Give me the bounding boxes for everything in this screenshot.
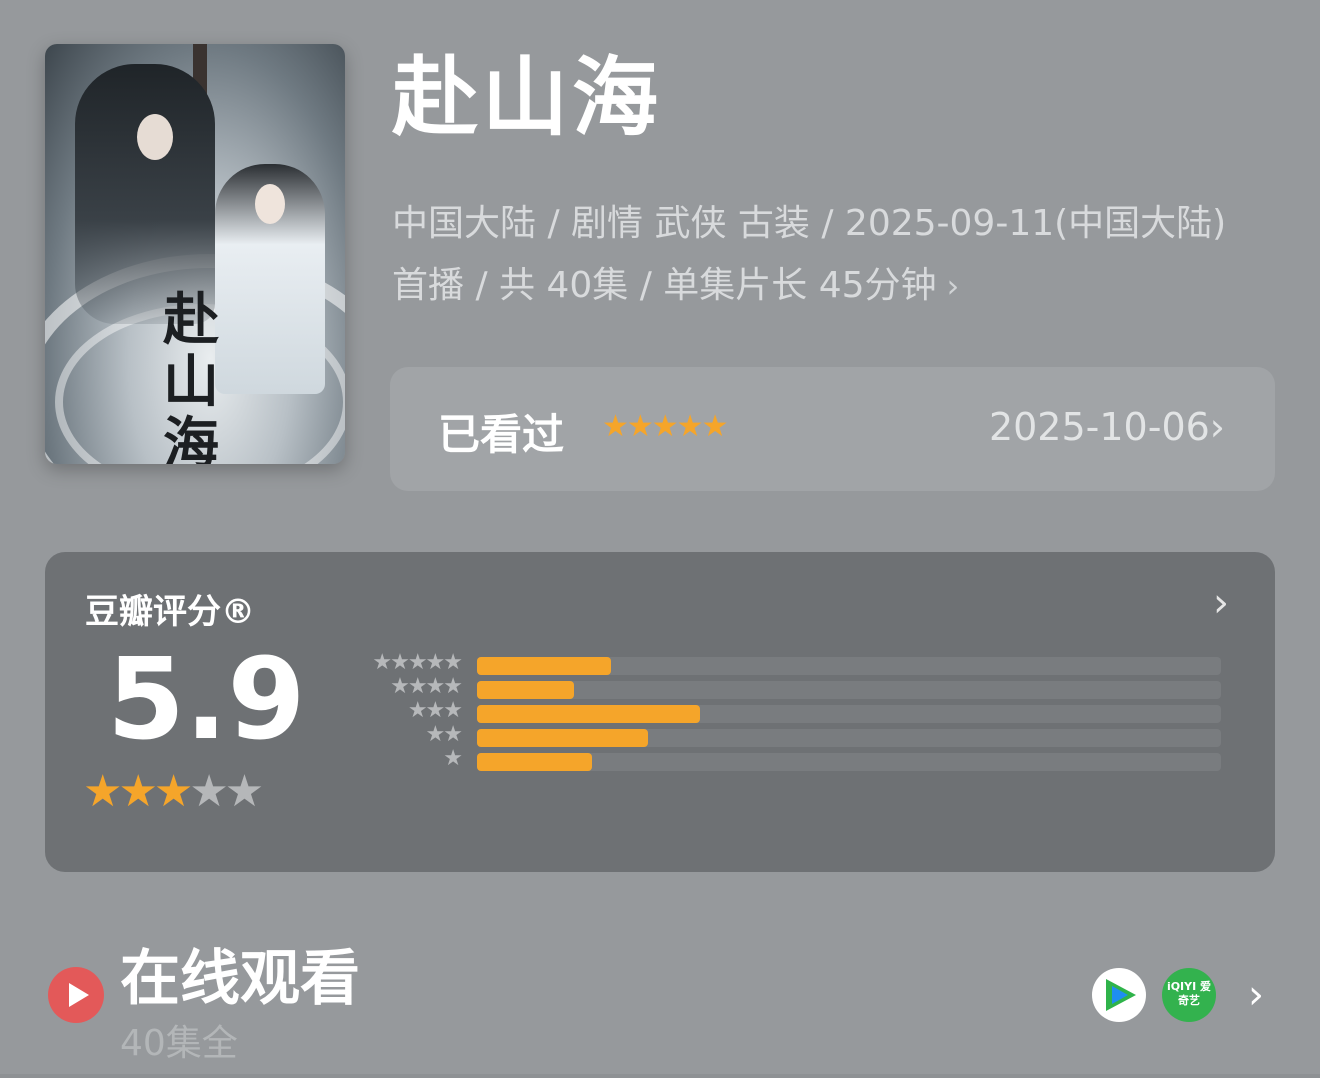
rating-distribution-row: ★★★★ (333, 674, 1233, 702)
chevron-right-icon[interactable]: › (1248, 972, 1264, 1018)
chevron-right-icon[interactable]: › (1213, 580, 1229, 626)
star-level-icon: ★ (443, 746, 463, 771)
divider (0, 1074, 1320, 1078)
star-level-icon: ★★★ (407, 698, 463, 723)
rating-score: 5.9 (107, 635, 306, 765)
distribution-track (477, 753, 1221, 771)
distribution-track (477, 657, 1221, 675)
play-icon[interactable] (48, 967, 104, 1023)
distribution-track (477, 705, 1221, 723)
distribution-bar (477, 729, 649, 747)
star-level-icon: ★★ (425, 722, 463, 747)
watch-online-title[interactable]: 在线观看 (120, 930, 360, 1017)
user-rating-stars-icon: ★★★★★ (602, 409, 728, 444)
distribution-track (477, 681, 1221, 699)
distribution-bar (477, 657, 611, 675)
poster-calligraphy: 赴 山 海 (163, 287, 219, 464)
distribution-bar (477, 705, 701, 723)
chevron-right-icon: › (1209, 405, 1225, 449)
movie-meta[interactable]: 中国大陆 / 剧情 武侠 古装 / 2025-09-11(中国大陆) 首播 / … (392, 193, 1262, 317)
rating-heading: 豆瓣评分® (85, 592, 255, 632)
star-level-icon: ★★★★ (390, 674, 463, 699)
poster-figure-left (75, 64, 215, 324)
distribution-bar (477, 753, 593, 771)
iqiyi-icon[interactable]: iQIYI 爱奇艺 (1162, 968, 1216, 1022)
chevron-right-icon: › (946, 267, 960, 305)
douban-rating-card[interactable]: 豆瓣评分® › 5.9 ★★★★★ ★★★★★ ★★★★ ★★★ ★★ ★ (45, 552, 1275, 872)
rating-distribution-row: ★ (333, 746, 1233, 774)
poster-face (137, 114, 173, 160)
rating-stars-icon: ★★★★★ (83, 766, 264, 817)
watched-status-card[interactable]: 已看过 ★★★★★ 2025-10-06› (390, 367, 1275, 491)
watched-label: 已看过 (438, 410, 565, 459)
rating-distribution-row: ★★★ (333, 698, 1233, 726)
rating-distribution-row: ★★★★★ (333, 650, 1233, 678)
rating-distribution-row: ★★ (333, 722, 1233, 750)
watched-date: 2025-10-06› (988, 405, 1225, 449)
movie-meta-text: 中国大陆 / 剧情 武侠 古装 / 2025-09-11(中国大陆) 首播 / … (392, 203, 1227, 306)
distribution-track (477, 729, 1221, 747)
distribution-bar (477, 681, 574, 699)
poster-face (255, 184, 285, 224)
page-title: 赴山海 (392, 48, 662, 148)
tencent-video-icon[interactable] (1092, 968, 1146, 1022)
episode-count: 40集全 (120, 1023, 238, 1064)
star-level-icon: ★★★★★ (372, 650, 463, 675)
poster-image[interactable]: 赴 山 海 (45, 44, 345, 464)
